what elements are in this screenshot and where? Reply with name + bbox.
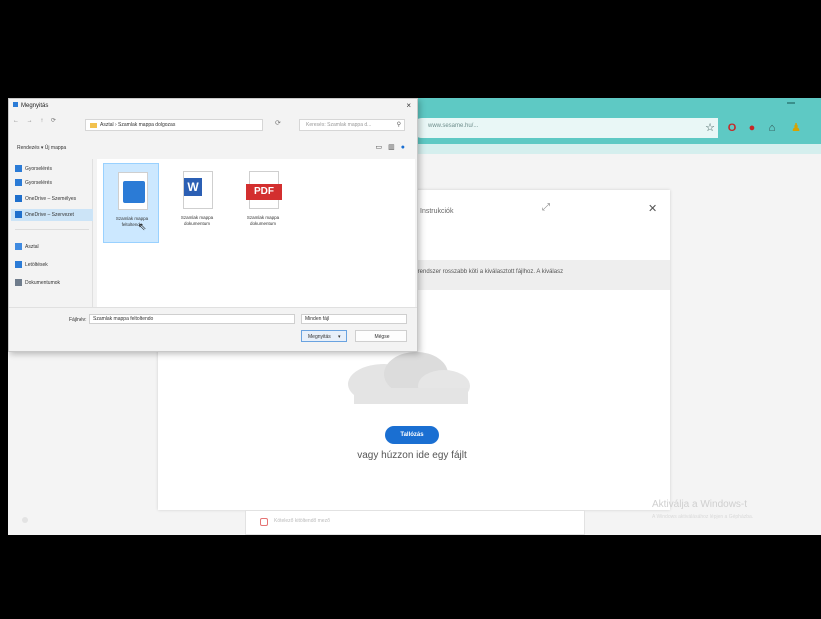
required-field-text: Kötelező kitöltendő mező [274,518,330,524]
open-button[interactable]: Megnyitás ▾ [301,330,347,342]
windows-activation-watermark: Aktiválja a Windows-t [652,499,748,510]
dialog-address-bar[interactable]: Asztal › Szamlak mappa dolgozas [85,119,263,131]
file-item-word[interactable]: W Szamlak mappa dokumentum [169,163,225,243]
file-name: Szamlak mappa dokumentum [246,215,280,226]
file-list: Szamlak mappa feltoltendo ⇖ W Szamlak ma… [97,159,415,307]
nav-item-onedrive-personal[interactable]: OneDrive – Személyes [11,193,93,205]
dialog-close-icon[interactable]: × [406,101,411,110]
nav-item-documents[interactable]: Dokumentumok [11,277,93,289]
nav-item-desktop[interactable]: Asztal [11,241,93,253]
word-file-icon: W [183,171,213,209]
nav-item-quick-access[interactable]: Gyorselérés [11,163,93,175]
help-icon[interactable]: ● [401,144,411,151]
cancel-label: Mégse [374,334,390,340]
dialog-nav-pane: Gyorselérés Gyorselérés OneDrive – Szemé… [11,159,93,307]
folder-icon [90,123,97,128]
windows-activation-subtext: A Windows aktiválásához lépjen a Gépházb… [652,514,754,520]
video-content: www.sesame.hu/... ☆ O ● ⌂ ♟ Instrukciók … [8,98,821,535]
drop-zone-text: vagy húzzon ide egy fájlt [357,450,467,461]
browse-button[interactable]: Tallózás [385,426,439,444]
dialog-command-bar[interactable]: Rendezés ▾ Új mappa [17,145,66,151]
checkbox-icon[interactable] [260,518,268,526]
modal-title: Instrukciók [420,208,454,215]
stop-icon[interactable]: ● [744,120,760,136]
nav-divider [15,229,89,230]
file-name: Szamlak mappa feltoltendo [115,216,149,227]
file-name: Szamlak mappa dokumentum [180,215,214,226]
required-field[interactable]: Kötelező kitöltendő mező [245,510,585,535]
open-label: Megnyitás [308,334,331,340]
search-icon: ⚲ [396,122,401,128]
dialog-app-icon [13,102,18,107]
filetype-value: Minden fájl [305,316,330,322]
dialog-view-controls: ▭▥● [376,143,411,151]
address-bar[interactable]: www.sesame.hu/... [412,118,718,138]
extension-icon[interactable]: ⌂ [764,120,780,136]
filename-value: Szamlak mappa feltoltendo [93,316,154,322]
side-dot-icon [22,517,28,523]
mouse-cursor-icon: ⇖ [138,222,147,233]
address-text: www.sesame.hu/... [428,123,479,129]
filename-label: Fájlnév: [69,317,87,323]
filename-input[interactable]: Szamlak mappa feltoltendo [89,314,295,324]
dialog-address-text: Asztal › Szamlak mappa dolgozas [100,122,176,128]
image-file-icon [118,172,148,210]
dialog-search-placeholder: Keresés: Szamlak mappa d... [306,122,372,128]
minimize-icon[interactable] [787,102,795,104]
info-text: ... A rendszer rosszabb köti a kiválaszt… [406,269,564,275]
info-bar: ... A rendszer rosszabb köti a kiválaszt… [398,260,670,290]
dialog-title: Megnyitás [21,103,49,109]
dialog-nav-buttons[interactable]: ← → ↑ ⟳ [13,117,59,124]
nav-item-gallery[interactable]: Gyorselérés [11,177,93,189]
layout-icon[interactable]: ▥ [388,144,401,151]
star-icon[interactable]: ☆ [702,120,718,136]
document-icon [15,279,22,286]
dialog-footer: Fájlnév: Szamlak mappa feltoltendo Minde… [9,307,417,351]
file-item-pdf[interactable]: PDF Szamlak mappa dokumentum [235,163,291,243]
download-icon [15,261,22,268]
profile-icon[interactable]: ♟ [788,120,804,136]
filetype-select[interactable]: Minden fájl [301,314,407,324]
desktop-icon [15,243,22,250]
expand-icon[interactable]: ⤢ [542,202,550,213]
chevron-down-icon[interactable]: ▾ [338,334,341,340]
view-icon[interactable]: ▭ [376,144,389,151]
dialog-search-input[interactable]: Keresés: Szamlak mappa d... ⚲ [299,119,405,131]
nav-item-downloads[interactable]: Letöltések [11,259,93,271]
cloud-icon [15,195,22,202]
nav-item-onedrive-org[interactable]: OneDrive – Szervezet [11,209,93,221]
gallery-icon [15,179,22,186]
file-open-dialog: Megnyitás × ← → ↑ ⟳ Asztal › Szamlak map… [8,98,418,352]
cancel-button[interactable]: Mégse [355,330,407,342]
cloud-icon [15,211,22,218]
refresh-icon[interactable]: ⟳ [275,119,281,127]
star-icon [15,165,22,172]
pdf-file-icon: PDF [246,171,282,209]
cloud-upload-icon [348,352,470,404]
opera-icon[interactable]: O [724,120,740,136]
file-item-image[interactable]: Szamlak mappa feltoltendo ⇖ [103,163,159,243]
close-icon[interactable]: ✕ [648,202,657,215]
